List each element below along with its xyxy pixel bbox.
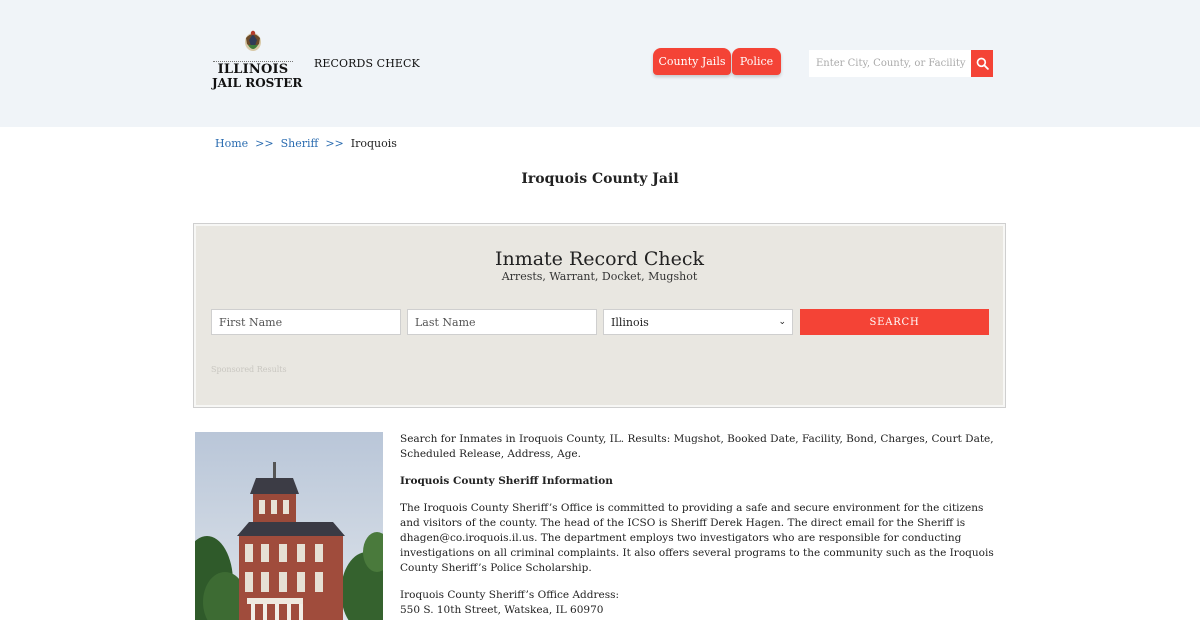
logo-text-line2: JAIL ROSTER	[212, 76, 303, 90]
facility-search-button[interactable]	[971, 50, 993, 77]
county-jails-button[interactable]: County Jails	[653, 48, 731, 75]
state-select-value: Illinois	[611, 315, 649, 329]
courthouse-photo	[195, 432, 383, 620]
last-name-input[interactable]	[407, 309, 597, 335]
inmate-record-check-panel: Inmate Record Check Arrests, Warrant, Do…	[193, 223, 1006, 408]
breadcrumb-separator: >>	[255, 137, 274, 150]
sheriff-info-paragraph: The Iroquois County Sheriff’s Office is …	[400, 502, 994, 574]
site-logo[interactable]: ILLINOIS JAIL ROSTER	[212, 28, 303, 102]
breadcrumb-sheriff[interactable]: Sheriff	[281, 137, 319, 150]
address-block: Iroquois County Sheriff’s Office Address…	[400, 588, 998, 618]
chevron-down-icon: ⌄	[778, 317, 786, 327]
police-button[interactable]: Police	[732, 48, 781, 75]
county-info-content: Search for Inmates in Iroquois County, I…	[400, 432, 998, 620]
state-select[interactable]: Illinois ⌄	[603, 309, 793, 335]
records-check-link[interactable]: RECORDS CHECK	[314, 57, 420, 70]
intro-paragraph: Search for Inmates in Iroquois County, I…	[400, 433, 994, 460]
seal-caption	[212, 54, 294, 58]
breadcrumb-home[interactable]: Home	[215, 137, 248, 150]
state-seal-icon	[245, 30, 261, 51]
breadcrumb-current: Iroquois	[350, 137, 397, 150]
facility-search-input[interactable]	[809, 50, 971, 77]
first-name-input[interactable]	[211, 309, 401, 335]
site-header: ILLINOIS JAIL ROSTER RECORDS CHECK Count…	[0, 0, 1200, 127]
breadcrumb: Home >> Sheriff >> Iroquois	[215, 137, 397, 150]
courthouse-image	[195, 432, 383, 620]
record-search-button[interactable]: SEARCH	[800, 309, 989, 335]
sponsored-results-label: Sponsored Results	[211, 365, 287, 374]
breadcrumb-separator: >>	[325, 137, 344, 150]
address-label: Iroquois County Sheriff’s Office Address…	[400, 589, 620, 601]
record-check-title: Inmate Record Check	[494, 248, 705, 270]
page-title: Iroquois County Jail	[521, 171, 679, 187]
logo-text-line1: ILLINOIS	[217, 62, 289, 77]
address-value: 550 S. 10th Street, Watskea, IL 60970	[400, 604, 604, 616]
sheriff-info-heading: Iroquois County Sheriff Information	[400, 475, 613, 487]
search-icon	[976, 57, 989, 70]
record-check-subtitle: Arrests, Warrant, Docket, Mugshot	[501, 270, 698, 283]
